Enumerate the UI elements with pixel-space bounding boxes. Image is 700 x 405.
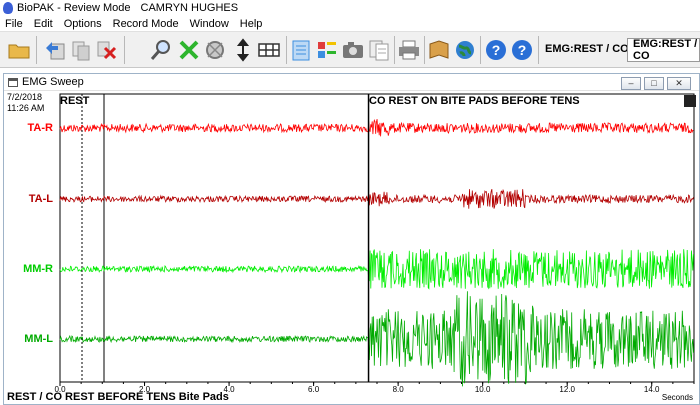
- print-button[interactable]: [396, 36, 422, 64]
- recording-date-time: 7/2/2018 11:26 AM: [7, 92, 44, 114]
- back-arrow-icon: [46, 42, 65, 60]
- recording-date: 7/2/2018: [7, 92, 43, 102]
- vertical-scale-button[interactable]: [230, 36, 256, 64]
- grid-icon: [258, 43, 280, 57]
- book-button[interactable]: [426, 36, 452, 64]
- globe-gray-icon: [206, 41, 224, 59]
- x-axis-unit: Seconds: [661, 393, 693, 402]
- svg-text:?: ?: [492, 42, 501, 58]
- menu-record-mode[interactable]: Record Mode: [113, 18, 179, 30]
- patient-name: CAMRYN HUGHES: [140, 2, 239, 14]
- channel-label-ta-r: TA-R: [27, 122, 53, 134]
- title-bar: BioPAK - Review Mode CAMRYN HUGHES: [0, 0, 700, 16]
- mode-selector[interactable]: EMG:REST / CO: [627, 38, 700, 62]
- pencil-icon[interactable]: [684, 95, 696, 107]
- copy-button[interactable]: [68, 36, 94, 64]
- toolbar: ? ? EMG:REST / CO EMG:REST / CO: [0, 31, 700, 68]
- camera-button[interactable]: [340, 36, 366, 64]
- cancel-button[interactable]: [176, 36, 202, 64]
- svg-text:?: ?: [518, 42, 527, 58]
- menu-window[interactable]: Window: [190, 18, 229, 30]
- window-icon: [8, 77, 18, 87]
- help-icon: ?: [486, 40, 506, 60]
- help-context-icon: ?: [512, 40, 532, 60]
- globe-icon: [456, 41, 474, 59]
- sweep-description: REST / CO REST BEFORE TENS Bite Pads: [7, 391, 229, 403]
- close-button[interactable]: ✕: [667, 77, 691, 90]
- delete-icon: [97, 41, 117, 60]
- mode-label: EMG:REST / CO: [545, 43, 629, 55]
- segment-label-co-rest: CO REST ON BITE PADS BEFORE TENS: [369, 95, 580, 107]
- trace-mm-r: [59, 249, 694, 290]
- help-context-button[interactable]: ?: [509, 36, 535, 64]
- minimize-button[interactable]: –: [621, 77, 641, 90]
- colors-button[interactable]: [314, 36, 340, 64]
- trace-ta-l: [59, 188, 694, 209]
- channel-label-mm-r: MM-R: [23, 263, 53, 275]
- menu-file[interactable]: File: [5, 18, 23, 30]
- globe-gray-button[interactable]: [202, 36, 228, 64]
- open-folder-icon: [8, 44, 30, 59]
- printer-icon: [399, 40, 419, 60]
- colors-icon: [318, 42, 336, 58]
- web-button[interactable]: [452, 36, 478, 64]
- delete-button[interactable]: [94, 36, 120, 64]
- x-tick-label: 8.0: [392, 385, 404, 394]
- channel-label-ta-l: TA-L: [28, 193, 53, 205]
- copy-icon: [72, 41, 90, 61]
- x-tick-label: 14.0: [643, 385, 660, 394]
- menu-edit[interactable]: Edit: [34, 18, 53, 30]
- emg-plot-area[interactable]: 7/2/2018 11:26 AM TA-R TA-L MM-R MM-L RE…: [4, 92, 699, 405]
- biopak-logo-icon: [3, 2, 13, 14]
- emg-sweep-window: EMG Sweep – □ ✕ 7/2/2018 11:26 AM TA-R T…: [3, 73, 700, 405]
- trace-mm-l: [59, 291, 694, 387]
- menu-bar: File Edit Options Record Mode Window Hel…: [0, 16, 700, 31]
- x-tick-label: 6.0: [308, 385, 320, 394]
- documents-button[interactable]: [366, 36, 392, 64]
- green-x-icon: [179, 40, 199, 60]
- zoom-button[interactable]: [148, 36, 174, 64]
- channel-label-mm-l: MM-L: [24, 333, 53, 345]
- maximize-button[interactable]: □: [644, 77, 664, 90]
- documents-icon: [369, 40, 389, 61]
- magnifier-icon: [150, 40, 170, 60]
- notepad-icon: [292, 40, 310, 61]
- x-tick-label: 12.0: [559, 385, 575, 394]
- biopak-app: BioPAK - Review Mode CAMRYN HUGHES File …: [0, 0, 700, 405]
- book-icon: [429, 40, 449, 59]
- open-folder-button[interactable]: [6, 36, 32, 64]
- back-button[interactable]: [42, 36, 68, 64]
- emg-window-title: EMG Sweep: [22, 76, 84, 88]
- help-button[interactable]: ?: [483, 36, 509, 64]
- notepad-button[interactable]: [288, 36, 314, 64]
- segment-label-rest: REST: [60, 95, 90, 107]
- menu-help[interactable]: Help: [240, 18, 263, 30]
- trace-ta-r: [59, 118, 694, 137]
- recording-time: 11:26 AM: [7, 103, 45, 113]
- emg-traces-chart: [59, 93, 695, 387]
- emg-window-titlebar: EMG Sweep: [4, 74, 699, 91]
- app-title: BioPAK - Review Mode: [17, 2, 131, 14]
- vertical-arrows-icon: [236, 38, 250, 62]
- camera-icon: [343, 42, 363, 58]
- x-tick-label: 10.0: [474, 385, 491, 394]
- grid-button[interactable]: [256, 36, 282, 64]
- menu-options[interactable]: Options: [64, 18, 102, 30]
